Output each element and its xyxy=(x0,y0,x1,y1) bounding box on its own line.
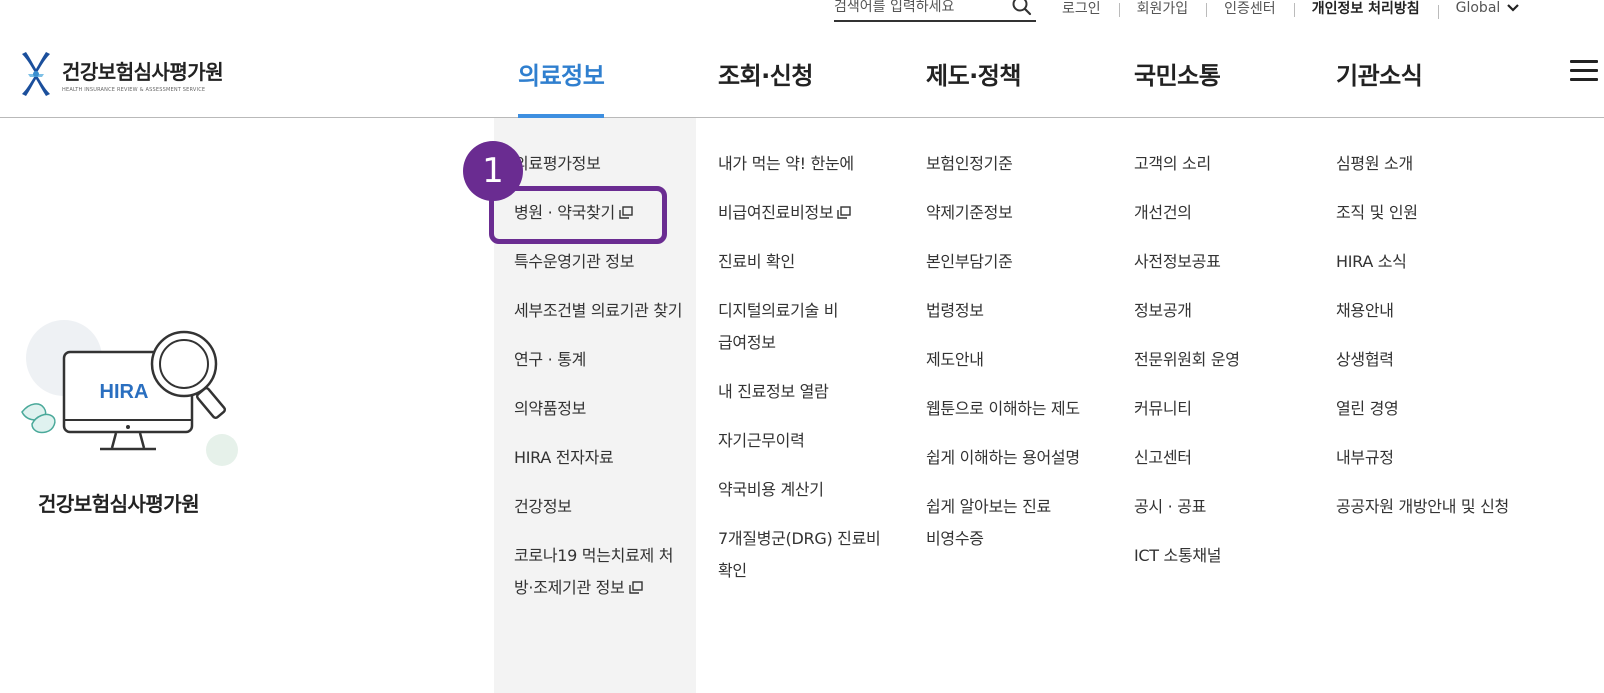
menu-item-drug-info[interactable]: 의약품정보 xyxy=(514,393,684,425)
illustration-caption: 건강보험심사평가원 xyxy=(38,492,200,516)
privacy-policy-link[interactable]: 개인정보 처리방침 xyxy=(1293,0,1438,18)
menu-item-win-win[interactable]: 상생협력 xyxy=(1336,344,1526,376)
menu-item-info-disclosure[interactable]: 정보공개 xyxy=(1134,295,1314,327)
menu-item-glossary[interactable]: 쉽게 이해하는 용어설명 xyxy=(926,442,1106,474)
menu-item-ict-channels[interactable]: ICT 소통채널 xyxy=(1134,540,1314,572)
menu-item-non-covered-cost[interactable]: 비급여진료비정보 xyxy=(718,197,898,229)
utility-bar: 로그인 회원가입 인증센터 개인정보 처리방침 Global xyxy=(0,0,1604,26)
menu-item-health-info[interactable]: 건강정보 xyxy=(514,491,684,523)
gnb-agency-news[interactable]: 기관소식 xyxy=(1336,56,1423,91)
menu-item-hira-data[interactable]: HIRA 전자자료 xyxy=(514,442,684,474)
menu-item-recruitment[interactable]: 채용안내 xyxy=(1336,295,1526,327)
menu-col-system-policy: 보험인정기준 약제기준정보 본인부담기준 법령정보 제도안내 웹툰으로 이해하는… xyxy=(926,148,1106,572)
menu-col-inquiry: 내가 먹는 약! 한눈에 비급여진료비정보 진료비 확인 디지털의료기술 비급여… xyxy=(718,148,898,604)
menu-item-about-hira[interactable]: 심평원 소개 xyxy=(1336,148,1526,180)
menu-col-medical-info: 의료평가정보 병원 · 약국찾기 특수운영기관 정보 세부조건별 의료기관 찾기… xyxy=(514,148,684,621)
utility-links: 로그인 회원가입 인증센터 개인정보 처리방침 Global xyxy=(1044,0,1538,20)
step-badge: 1 xyxy=(463,141,523,201)
menu-item-report-center[interactable]: 신고센터 xyxy=(1134,442,1314,474)
menu-item-internal-rules[interactable]: 내부규정 xyxy=(1336,442,1526,474)
new-window-icon xyxy=(619,206,633,219)
gnb-system-policy[interactable]: 제도·정책 xyxy=(926,56,1021,91)
menu-col-communication: 고객의 소리 개선건의 사전정보공표 정보공개 전문위원회 운영 커뮤니티 신고… xyxy=(1134,148,1314,589)
menu-item-drug-criteria[interactable]: 약제기준정보 xyxy=(926,197,1106,229)
menu-item-customer-voice[interactable]: 고객의 소리 xyxy=(1134,148,1314,180)
hamburger-menu-icon[interactable] xyxy=(1570,60,1598,84)
menu-item-webtoon[interactable]: 웹툰으로 이해하는 제도 xyxy=(926,393,1106,425)
menu-item-suggestions[interactable]: 개선건의 xyxy=(1134,197,1314,229)
menu-item-expert-committee[interactable]: 전문위원회 운영 xyxy=(1134,344,1314,376)
global-selector[interactable]: Global xyxy=(1437,0,1539,19)
menu-item-prior-disclosure[interactable]: 사전정보공표 xyxy=(1134,246,1314,278)
chevron-down-icon xyxy=(1507,4,1520,12)
gnb-inquiry-application[interactable]: 조회·신청 xyxy=(718,56,813,91)
non-covered-cost-label: 비급여진료비정보 xyxy=(718,203,834,222)
search-box xyxy=(834,0,1036,22)
search-icon[interactable] xyxy=(1010,0,1034,17)
gnb-public-communication[interactable]: 국민소통 xyxy=(1134,56,1221,91)
menu-item-work-history[interactable]: 자기근무이력 xyxy=(718,425,898,457)
menu-item-announcements[interactable]: 공시 · 공표 xyxy=(1134,491,1314,523)
menu-item-medical-evaluation[interactable]: 의료평가정보 xyxy=(514,148,684,180)
menu-item-public-resources[interactable]: 공공자원 개방안내 및 신청 xyxy=(1336,491,1516,523)
menu-item-open-management[interactable]: 열린 경영 xyxy=(1336,393,1526,425)
hospital-pharmacy-search-label: 병원 · 약국찾기 xyxy=(514,203,615,222)
illustration-screen-text: HIRA xyxy=(100,381,149,403)
menu-item-my-medical-record[interactable]: 내 진료정보 열람 xyxy=(718,376,898,408)
new-window-icon xyxy=(837,206,852,219)
menu-item-digital-tech[interactable]: 디지털의료기술 비급여정보 xyxy=(718,295,848,359)
signup-link[interactable]: 회원가입 xyxy=(1118,0,1207,18)
menu-item-covid-treatment[interactable]: 코로나19 먹는치료제 처방·조제기관 정보 xyxy=(514,540,684,604)
menu-item-system-guide[interactable]: 제도안내 xyxy=(926,344,1106,376)
gnb-medical-info[interactable]: 의료정보 xyxy=(518,56,605,91)
login-link[interactable]: 로그인 xyxy=(1044,0,1119,18)
menu-item-legal-info[interactable]: 법령정보 xyxy=(926,295,1106,327)
menu-item-hospital-pharmacy-search[interactable]: 병원 · 약국찾기 xyxy=(514,197,684,229)
site-header: 건강보험심사평가원 HEALTH INSURANCE REVIEW & ASSE… xyxy=(0,26,1604,118)
menu-item-insurance-criteria[interactable]: 보험인정기준 xyxy=(926,148,1106,180)
menu-item-special-institutions[interactable]: 특수운영기관 정보 xyxy=(514,246,684,278)
menu-item-detailed-search[interactable]: 세부조건별 의료기관 찾기 xyxy=(514,295,684,327)
search-input[interactable] xyxy=(834,0,1004,20)
menu-item-my-medicine[interactable]: 내가 먹는 약! 한눈에 xyxy=(718,148,898,180)
menu-item-receipt-guide[interactable]: 쉽게 알아보는 진료비영수증 xyxy=(926,491,1056,555)
menu-item-community[interactable]: 커뮤니티 xyxy=(1134,393,1314,425)
menu-item-research-statistics[interactable]: 연구 · 통계 xyxy=(514,344,684,376)
menu-item-drg-cost[interactable]: 7개질병군(DRG) 진료비 확인 xyxy=(718,523,898,587)
cert-center-link[interactable]: 인증센터 xyxy=(1206,0,1294,18)
hira-monitor-illustration: HIRA xyxy=(21,320,238,466)
illustration: HIRA xyxy=(18,316,240,476)
menu-item-hira-news[interactable]: HIRA 소식 xyxy=(1336,246,1526,278)
menu-item-organization[interactable]: 조직 및 인원 xyxy=(1336,197,1526,229)
menu-col-agency-news: 심평원 소개 조직 및 인원 HIRA 소식 채용안내 상생협력 열린 경영 내… xyxy=(1336,148,1526,540)
global-label: Global xyxy=(1455,0,1501,16)
menu-item-pharmacy-calculator[interactable]: 약국비용 계산기 xyxy=(718,474,898,506)
covid-treatment-label: 코로나19 먹는치료제 처방·조제기관 정보 xyxy=(514,546,674,597)
menu-item-copay-criteria[interactable]: 본인부담기준 xyxy=(926,246,1106,278)
new-window-icon xyxy=(628,581,643,594)
main-nav: 의료정보 조회·신청 제도·정책 국민소통 기관소식 xyxy=(0,26,1500,118)
menu-item-cost-check[interactable]: 진료비 확인 xyxy=(718,246,898,278)
